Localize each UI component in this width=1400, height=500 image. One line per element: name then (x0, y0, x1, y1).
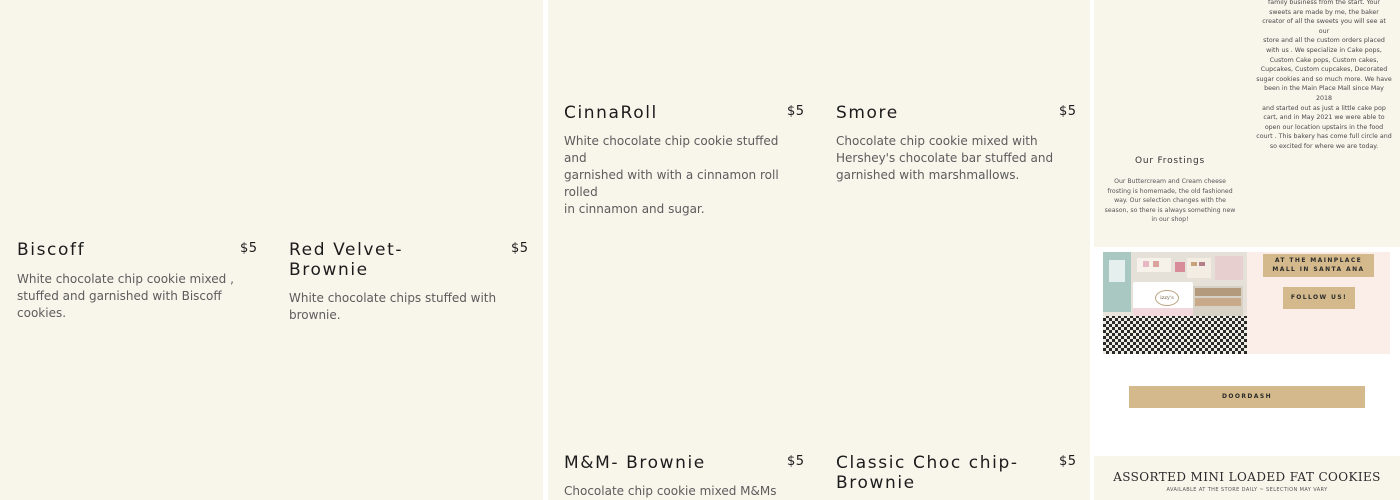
menu-item-price: $5 (1059, 454, 1077, 469)
frostings-title: Our Frostings (1134, 156, 1206, 166)
menu-item-name: Red Velvet- Brownie (289, 240, 404, 280)
menu-item-description: White chocolate chip cookie stuffed and … (564, 134, 779, 216)
menu-item-name: M&M- Brownie (564, 453, 706, 473)
frostings-text: Our Buttercream and Cream cheese frostin… (1104, 178, 1236, 224)
menu-item-description: White chocolate chip cookie mixed , stuf… (17, 272, 234, 320)
mall-location-badge: AT THE MAINPLACE MALL IN SANTA ANA (1263, 254, 1374, 277)
menu-item-red-velvet-brownie: Red Velvet- Brownie $5 White chocolate c… (289, 240, 529, 340)
menu-item-price: $5 (787, 454, 805, 469)
menu-item-price: $5 (787, 104, 805, 119)
menu-item-name: Biscoff (17, 240, 86, 260)
menu-item-biscoff: Biscoff $5 White chocolate chip cookie m… (17, 240, 257, 320)
cookies-subtitle: AVAILABLE AT THE STORE DAILY ~ SELECTION… (1166, 487, 1328, 493)
menu-item-price: $5 (240, 241, 258, 256)
follow-us-button[interactable]: FOLLOW US! (1283, 287, 1355, 309)
about-text: family business from the start. Your swe… (1256, 0, 1392, 150)
menu-item-smore: Smore $5 Chocolate chip cookie mixed wit… (836, 103, 1076, 203)
menu-item-price: $5 (1059, 104, 1077, 119)
menu-item-classic-choc-chip-brownie: Classic Choc chip- Brownie $5 (836, 453, 1076, 500)
store-sign: izzy's (1155, 290, 1179, 306)
menu-item-price: $5 (511, 241, 529, 256)
menu-panel-middle (548, 0, 1090, 500)
menu-item-cinnaroll: CinnaRoll $5 White chocolate chip cookie… (564, 103, 805, 216)
menu-item-name: Smore (836, 103, 899, 123)
menu-item-description: Chocolate chip cookie mixed M&Ms (564, 484, 777, 498)
store-front-photo: izzy's (1103, 252, 1247, 354)
menu-item-name: Classic Choc chip- Brownie (836, 453, 1019, 493)
menu-item-mm-brownie: M&M- Brownie $5 Chocolate chip cookie mi… (564, 453, 804, 500)
menu-item-description: Chocolate chip cookie mixed with Hershey… (836, 134, 1054, 182)
cookies-title: ASSORTED MINI LOADED FAT COOKIES (1113, 470, 1381, 484)
menu-item-description: White chocolate chips stuffed with brown… (289, 291, 497, 322)
menu-item-name: CinnaRoll (564, 103, 658, 123)
doordash-button[interactable]: DOORDASH (1129, 386, 1365, 408)
